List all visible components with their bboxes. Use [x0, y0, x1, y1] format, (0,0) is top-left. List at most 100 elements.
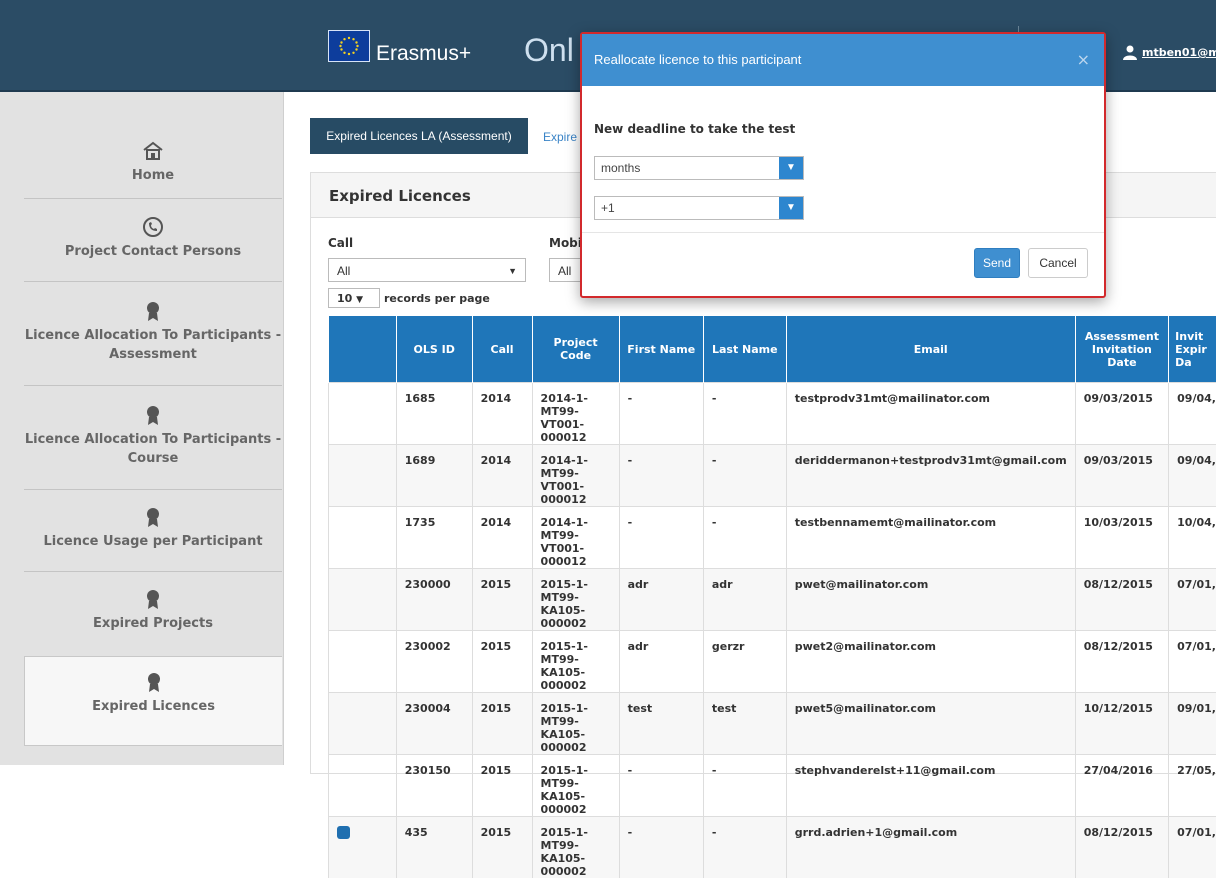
deadline-unit-value: months: [601, 161, 640, 175]
award-icon: [142, 506, 164, 528]
invitation-date-cell: 10/03/2015: [1075, 507, 1168, 569]
call-filter-label: Call: [328, 236, 353, 250]
expiry-date-cell: 10/04,: [1169, 507, 1216, 569]
home-icon: [142, 140, 164, 162]
invitation-date-cell: 08/12/2015: [1075, 569, 1168, 631]
app-title: Onl: [524, 32, 574, 69]
action-cell: [329, 817, 397, 878]
last-name-cell: adr: [703, 569, 786, 631]
user-email-link[interactable]: mtben01@ma: [1142, 46, 1216, 59]
tab-expired-licences-assessment[interactable]: Expired Licences LA (Assessment): [310, 118, 528, 154]
award-icon: [142, 300, 164, 322]
award-icon: [143, 671, 165, 693]
first-name-cell: -: [619, 445, 703, 507]
sidebar-item-expired-projects[interactable]: Expired Projects: [24, 588, 282, 633]
project-code-cell: 2015-1-MT99-KA105-000002: [532, 817, 619, 878]
col-header-email[interactable]: Email: [786, 316, 1075, 383]
invitation-date-cell: 08/12/2015: [1075, 631, 1168, 693]
ols-id-cell: 1689: [396, 445, 472, 507]
sidebar-item-licence-usage[interactable]: Licence Usage per Participant: [24, 506, 282, 551]
col-header-invitation-expiry-date[interactable]: Invit Expir Da: [1169, 316, 1216, 383]
send-button[interactable]: Send: [974, 248, 1020, 278]
call-cell: 2015: [472, 693, 532, 755]
ols-id-cell: 1735: [396, 507, 472, 569]
chevron-down-icon: ▼: [356, 295, 363, 305]
email-cell: testbennamemt@mailinator.com: [786, 507, 1075, 569]
call-cell: 2014: [472, 383, 532, 445]
deadline-amount-value: +1: [601, 201, 615, 215]
ols-id-cell: 1685: [396, 383, 472, 445]
sidebar: Home Project Contact Persons Licence All…: [0, 92, 284, 765]
sidebar-item-licence-allocation-assessment[interactable]: Licence Allocation To Participants - Ass…: [24, 300, 282, 364]
project-code-cell: 2014-1-MT99-VT001-000012: [532, 383, 619, 445]
col-header-assessment-invitation-date[interactable]: Assessment Invitation Date: [1075, 316, 1168, 383]
project-code-cell: 2015-1-MT99-KA105-000002: [532, 693, 619, 755]
expiry-date-cell: 27/05,: [1169, 755, 1216, 817]
sidebar-item-label: Expired Projects: [93, 616, 213, 631]
cancel-button[interactable]: Cancel: [1028, 248, 1088, 278]
action-cell: [329, 445, 397, 507]
last-name-cell: -: [703, 817, 786, 878]
first-name-cell: -: [619, 755, 703, 817]
eu-flag-logo: [328, 30, 370, 62]
deadline-amount-select[interactable]: +1 ▼: [594, 196, 804, 220]
action-cell: [329, 693, 397, 755]
records-per-page-value: 10: [337, 292, 352, 305]
reallocate-icon[interactable]: [337, 826, 350, 839]
col-header-first-name[interactable]: First Name: [619, 316, 703, 383]
invitation-date-cell: 08/12/2015: [1075, 817, 1168, 878]
call-filter-select[interactable]: All ▼: [328, 258, 526, 282]
sidebar-item-licence-allocation-course[interactable]: Licence Allocation To Participants - Cou…: [24, 404, 282, 468]
panel-title: Expired Licences: [329, 187, 471, 205]
sidebar-item-label: Licence Allocation To Participants - Cou…: [25, 432, 281, 466]
mobility-filter-label: Mobi: [549, 236, 582, 250]
project-code-cell: 2015-1-MT99-KA105-000002: [532, 631, 619, 693]
table-row: 23000020152015-1-MT99-KA105-000002adradr…: [329, 569, 1216, 631]
sidebar-item-project-contact-persons[interactable]: Project Contact Persons: [24, 216, 282, 261]
modal-footer-divider: [582, 232, 1104, 233]
expiry-date-cell: 09/01,: [1169, 693, 1216, 755]
project-code-cell: 2014-1-MT99-VT001-000012: [532, 507, 619, 569]
award-icon: [142, 404, 164, 426]
first-name-cell: -: [619, 817, 703, 878]
brand-name: Erasmus+: [376, 42, 471, 66]
first-name-cell: -: [619, 383, 703, 445]
sidebar-item-label: Licence Usage per Participant: [43, 534, 262, 549]
table-header-row: OLS ID Call Project Code First Name Last…: [329, 316, 1216, 383]
col-header-ols-id[interactable]: OLS ID: [396, 316, 472, 383]
ols-id-cell: 230004: [396, 693, 472, 755]
chevron-down-icon: ▼: [779, 157, 803, 179]
email-cell: pwet2@mailinator.com: [786, 631, 1075, 693]
records-per-page-select[interactable]: 10 ▼: [328, 288, 380, 308]
table-row: 43520152015-1-MT99-KA105-000002--grrd.ad…: [329, 817, 1216, 878]
ols-id-cell: 435: [396, 817, 472, 878]
chevron-down-icon: ▼: [508, 259, 517, 283]
call-cell: 2015: [472, 631, 532, 693]
tab-expired-second[interactable]: Expire: [543, 130, 577, 144]
last-name-cell: gerzr: [703, 631, 786, 693]
col-header-last-name[interactable]: Last Name: [703, 316, 786, 383]
sidebar-item-label: Expired Licences: [92, 699, 215, 714]
email-cell: grrd.adrien+1@gmail.com: [786, 817, 1075, 878]
project-code-cell: 2015-1-MT99-KA105-000002: [532, 569, 619, 631]
ols-id-cell: 230002: [396, 631, 472, 693]
expiry-date-cell: 09/04,: [1169, 383, 1216, 445]
sidebar-item-expired-licences[interactable]: Expired Licences: [24, 656, 282, 746]
close-icon[interactable]: ×: [1077, 50, 1090, 69]
call-cell: 2014: [472, 445, 532, 507]
invitation-date-cell: 27/04/2016: [1075, 755, 1168, 817]
first-name-cell: -: [619, 507, 703, 569]
action-cell: [329, 755, 397, 817]
invitation-date-cell: 09/03/2015: [1075, 445, 1168, 507]
col-header-call[interactable]: Call: [472, 316, 532, 383]
table-row: 23000220152015-1-MT99-KA105-000002adrger…: [329, 631, 1216, 693]
deadline-unit-select[interactable]: months ▼: [594, 156, 804, 180]
first-name-cell: test: [619, 693, 703, 755]
expiry-date-cell: 07/01,: [1169, 817, 1216, 878]
project-code-cell: 2015-1-MT99-KA105-000002: [532, 755, 619, 817]
table-row: 23015020152015-1-MT99-KA105-000002--step…: [329, 755, 1216, 817]
last-name-cell: -: [703, 755, 786, 817]
sidebar-item-home[interactable]: Home: [24, 140, 282, 185]
col-header-project-code[interactable]: Project Code: [532, 316, 619, 383]
expiry-date-cell: 09/04,: [1169, 445, 1216, 507]
